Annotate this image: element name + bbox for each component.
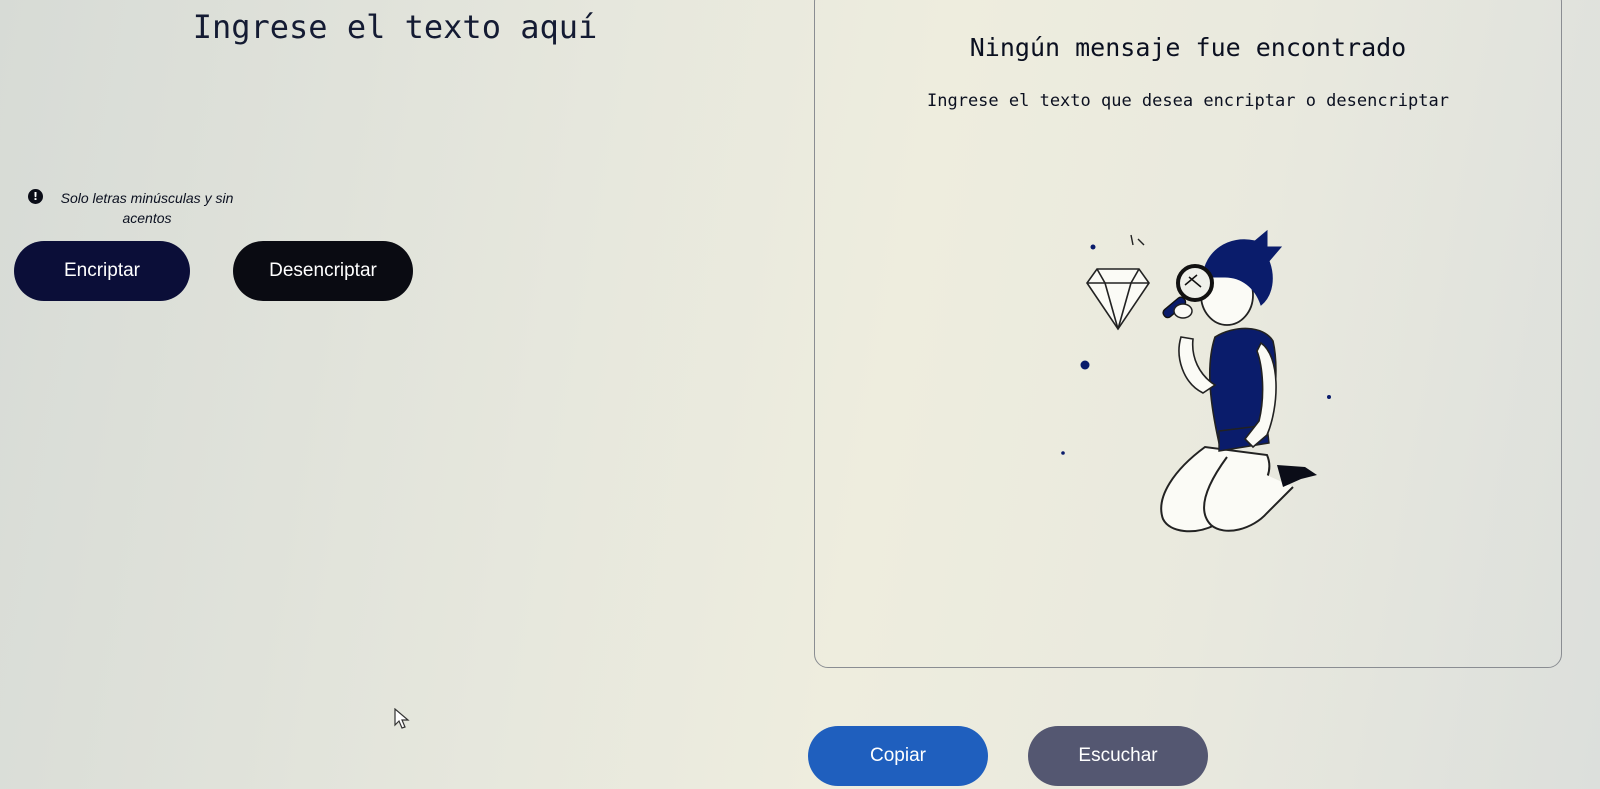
decrypt-button[interactable]: Desencriptar	[233, 241, 413, 301]
input-area	[0, 0, 790, 180]
encrypt-button[interactable]: Encriptar	[14, 241, 190, 301]
decor-dot	[1080, 360, 1090, 370]
person-searching-illustration	[1061, 229, 1331, 533]
output-panel: Ningún mensaje fue encontrado Ingrese el…	[814, 0, 1562, 668]
decor-dot	[1327, 395, 1331, 399]
output-subtitle: Ingrese el texto que desea encriptar o d…	[927, 91, 1449, 111]
listen-button[interactable]: Escuchar	[1028, 726, 1208, 786]
text-input[interactable]	[0, 0, 790, 180]
hint-message: Solo letras minúsculas y sin acentos	[26, 188, 246, 228]
decor-dot	[1090, 244, 1096, 250]
mouse-cursor-icon	[394, 708, 410, 729]
copy-button[interactable]: Copiar	[808, 726, 988, 786]
output-title: Ningún mensaje fue encontrado	[969, 33, 1407, 62]
diamond-icon	[1086, 268, 1150, 331]
hint-text: Solo letras minúsculas y sin acentos	[60, 190, 234, 226]
decor-dot	[1061, 451, 1065, 455]
